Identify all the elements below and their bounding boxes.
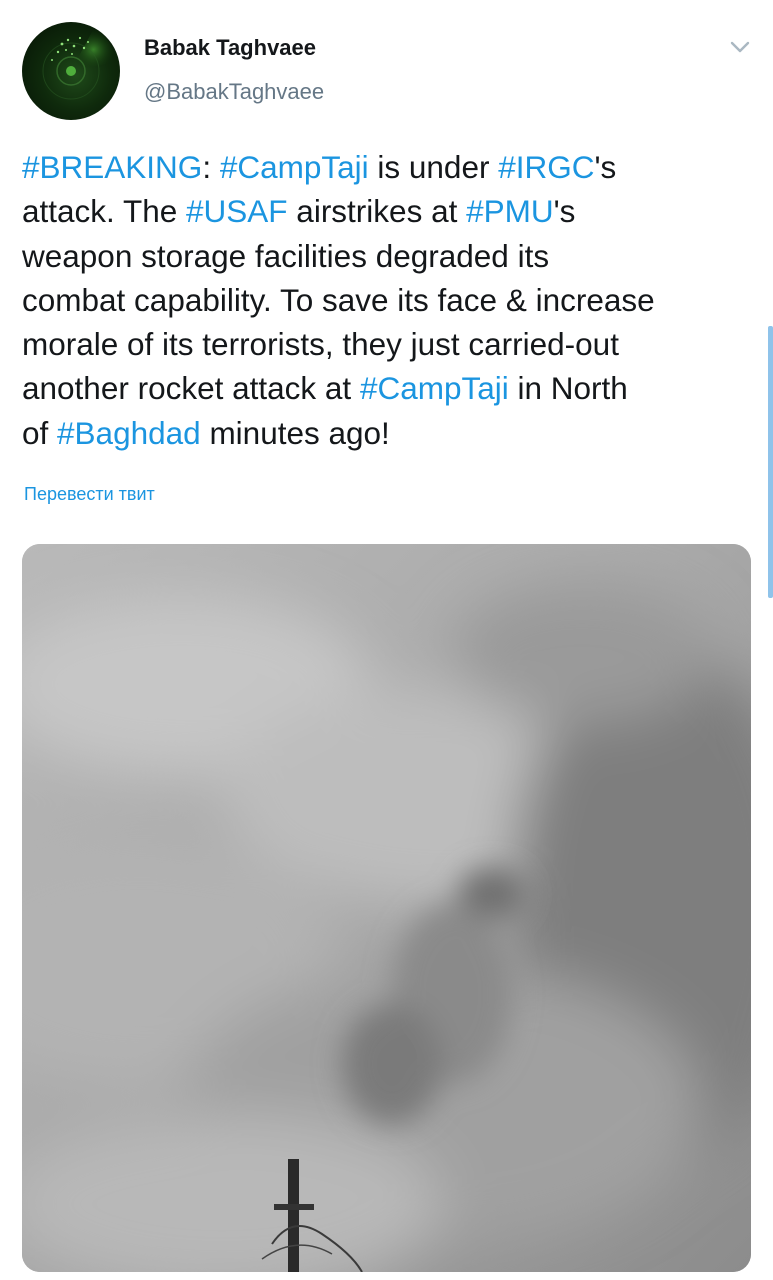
scrollbar-thumb[interactable] [768, 326, 773, 598]
avatar[interactable] [22, 22, 120, 120]
radar-icon [42, 28, 116, 100]
tweet-text-segment: combat capability. To save its face & in… [22, 281, 655, 318]
tweet-text-line: another rocket attack at #CampTaji in No… [22, 366, 757, 410]
tweet-text-line: of #Baghdad minutes ago! [22, 411, 757, 455]
tweet-text: #BREAKING: #CampTaji is under #IRGC's att… [22, 145, 757, 455]
hashtag-link[interactable]: #Baghdad [57, 415, 201, 451]
author-handle[interactable]: @BabakTaghvaee [144, 77, 324, 107]
tweet-media-video[interactable] [22, 544, 751, 1272]
tweet-author: Babak Taghvaee @BabakTaghvaee [144, 33, 324, 107]
author-display-name[interactable]: Babak Taghvaee [144, 33, 324, 63]
tweet-text-segment: in North [508, 370, 628, 407]
tweet-text-segment: airstrikes at [287, 193, 467, 230]
hashtag-link[interactable]: #CampTaji [360, 370, 509, 406]
tweet-text-segment: another rocket attack at [22, 370, 360, 407]
tweet-card: Babak Taghvaee @BabakTaghvaee #BREAKING:… [0, 0, 773, 1280]
tweet-text-line: combat capability. To save its face & in… [22, 278, 757, 322]
tweet-text-segment: of [22, 414, 58, 451]
tweet-text-segment: : [202, 149, 220, 185]
tweet-text-segment: minutes ago! [200, 414, 390, 451]
hashtag-link[interactable]: #IRGC [498, 149, 594, 185]
tweet-text-segment: attack. The [22, 193, 187, 230]
tweet-text-line: weapon storage facilities degraded its [22, 234, 757, 278]
tweet-text-segment: morale of its terrorists, they just carr… [22, 326, 619, 363]
hashtag-link[interactable]: #USAF [186, 193, 288, 229]
tweet-text-segment: 's [553, 193, 576, 230]
hashtag-link[interactable]: #PMU [466, 193, 554, 229]
hashtag-link[interactable]: #BREAKING [22, 149, 202, 185]
cloudy-sky-image [22, 544, 751, 1272]
tweet-text-line: morale of its terrorists, they just carr… [22, 322, 757, 366]
tweet-text-segment: 's [594, 149, 617, 185]
tweet-text-line: attack. The #USAF airstrikes at #PMU's [22, 189, 757, 233]
translate-tweet-link[interactable]: Перевести твит [24, 482, 155, 506]
tweet-text-segment: weapon storage facilities degraded its [22, 237, 550, 274]
hashtag-link[interactable]: #CampTaji [220, 149, 369, 185]
tweet-text-segment: is under [368, 149, 499, 185]
chevron-down-icon[interactable] [729, 36, 751, 58]
tweet-text-line: #BREAKING: #CampTaji is under #IRGC's [22, 145, 757, 189]
